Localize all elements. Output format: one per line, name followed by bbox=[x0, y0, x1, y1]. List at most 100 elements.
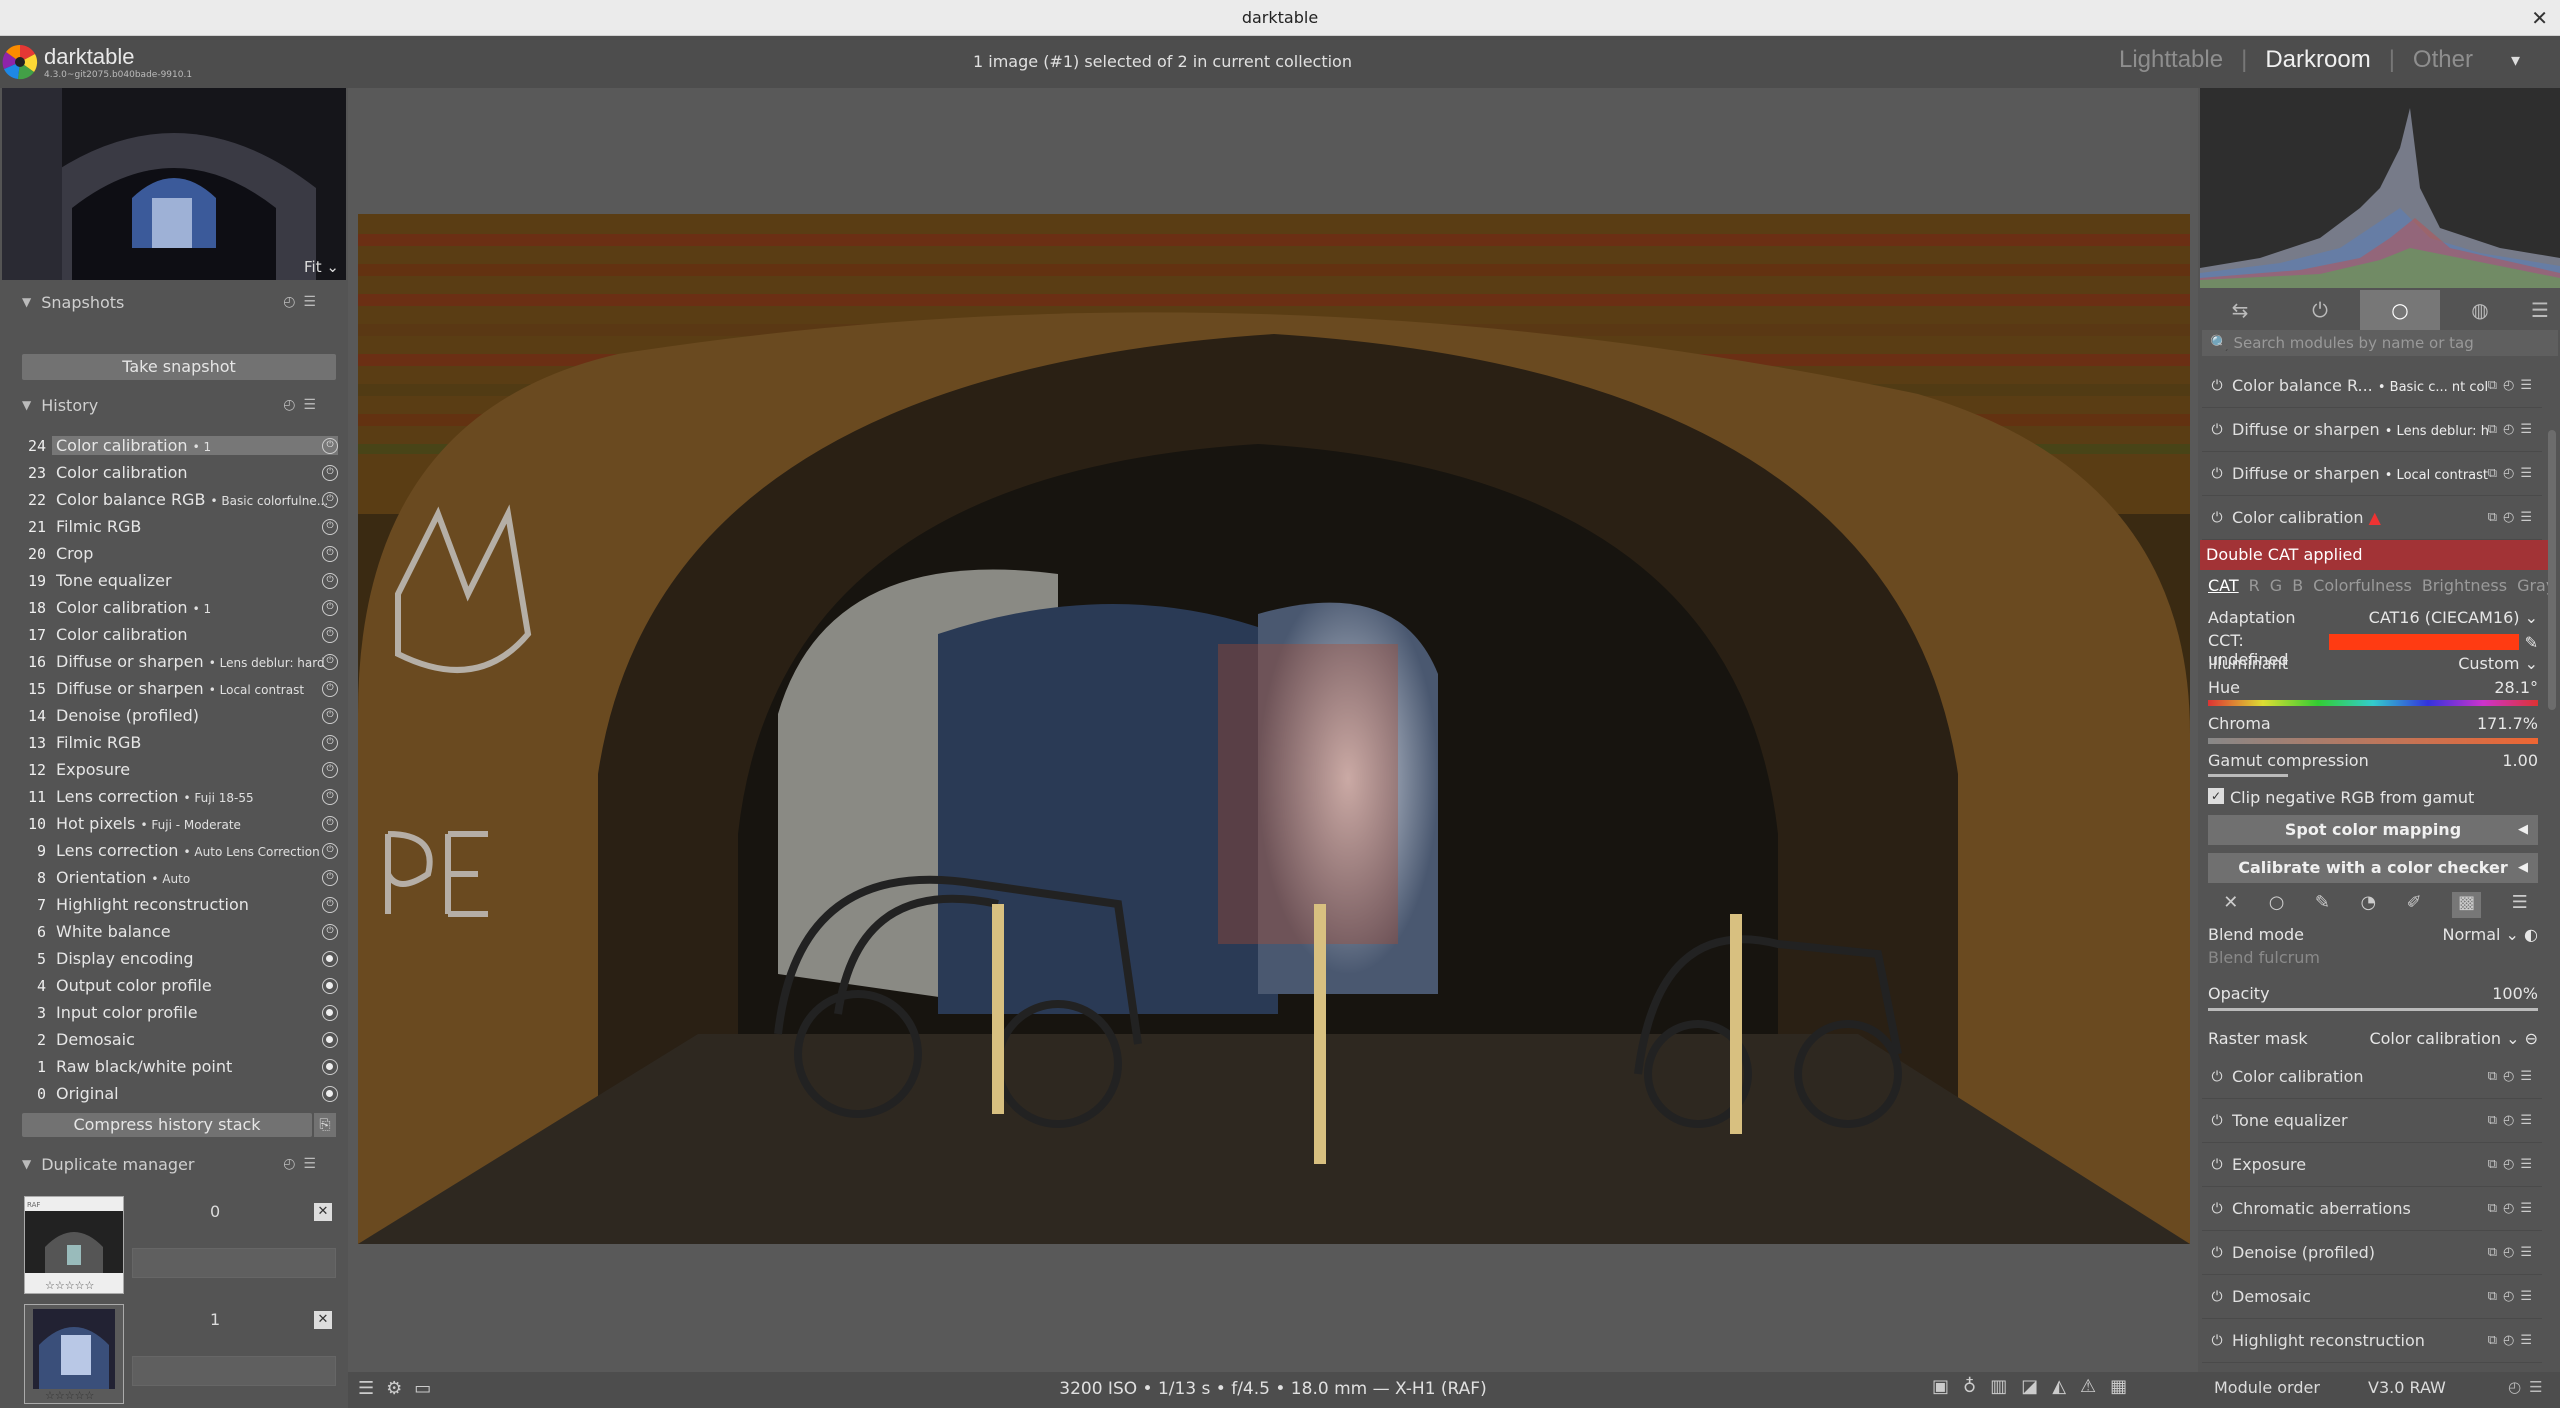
history-item[interactable]: 10 Hot pixels • Fuji - Moderate ⏻ bbox=[20, 810, 338, 837]
tab-quick-access-icon[interactable]: ⇆ bbox=[2200, 290, 2280, 330]
module-action-icons[interactable]: ⧉◴☰ bbox=[2488, 1113, 2538, 1128]
adaptation-value[interactable]: CAT16 (CIECAM16) ⌄ bbox=[2369, 608, 2538, 630]
history-item[interactable]: 19 Tone equalizer ⏻ bbox=[20, 567, 338, 594]
module-header[interactable]: ⏻ Demosaic ⧉◴☰ bbox=[2202, 1275, 2542, 1319]
module-power-icon[interactable]: ⏻ bbox=[2202, 1333, 2232, 1349]
main-image[interactable] bbox=[358, 214, 2190, 1244]
mask-drawn-parametric-icon[interactable]: ✐ bbox=[2407, 892, 2422, 918]
module-action-icons[interactable]: ⧉◴☰ bbox=[2488, 1069, 2538, 1084]
blend-polarity-icon[interactable]: ◐ bbox=[2524, 925, 2538, 944]
view-darkroom[interactable]: Darkroom bbox=[2265, 46, 2370, 74]
module-action-icons[interactable]: ⧉◴☰ bbox=[2488, 510, 2538, 525]
history-item[interactable]: 12 Exposure ⏻ bbox=[20, 756, 338, 783]
raster-mask-value[interactable]: Color calibration ⌄ bbox=[2369, 1029, 2519, 1048]
blend-mode-value[interactable]: Normal ⌄ bbox=[2443, 925, 2519, 944]
history-item[interactable]: 20 Crop ⏻ bbox=[20, 540, 338, 567]
bottom-right-tool-icons[interactable]: ▣♁▥◪◭⚠▦ bbox=[1932, 1376, 2141, 1397]
module-action-icons[interactable]: ⧉◴☰ bbox=[2488, 1333, 2538, 1348]
tab-base-modules-icon[interactable]: ○ bbox=[2360, 290, 2440, 330]
module-header[interactable]: ⏻ Color calibration ▲ ⧉◴☰ bbox=[2202, 496, 2542, 540]
module-header[interactable]: ⏻ Tone equalizer ⧉◴☰ bbox=[2202, 1099, 2542, 1143]
module-power-icon[interactable]: ⏻ bbox=[2202, 510, 2232, 526]
history-item[interactable]: 6 White balance ⏻ bbox=[20, 918, 338, 945]
opacity-row[interactable]: Opacity 100% bbox=[2208, 984, 2538, 1006]
duplicate-stars[interactable]: ☆☆☆☆☆ bbox=[45, 1279, 94, 1292]
module-action-icons[interactable]: ⧉◴☰ bbox=[2488, 1157, 2538, 1172]
mask-raster-icon[interactable]: ▩ bbox=[2452, 892, 2482, 918]
history-item[interactable]: 4 Output color profile bbox=[20, 972, 338, 999]
module-power-icon[interactable]: ⏻ bbox=[2202, 1245, 2232, 1261]
module-power-icon[interactable]: ⏻ bbox=[2202, 1157, 2232, 1173]
illuminant-value[interactable]: Custom ⌄ bbox=[2458, 654, 2538, 676]
duplicate-version-name[interactable] bbox=[132, 1356, 336, 1386]
view-lighttable[interactable]: Lighttable bbox=[2119, 46, 2223, 74]
history-item[interactable]: 7 Highlight reconstruction ⏻ bbox=[20, 891, 338, 918]
right-panel-scrollbar[interactable] bbox=[2548, 430, 2556, 710]
compress-history-button[interactable]: Compress history stack bbox=[22, 1113, 312, 1137]
blend-mode-row[interactable]: Blend mode Normal ⌄ ◐ bbox=[2208, 925, 2538, 947]
chroma-row[interactable]: Chroma 171.7% bbox=[2208, 714, 2538, 736]
module-header[interactable]: ⏻ Exposure ⧉◴☰ bbox=[2202, 1143, 2542, 1187]
history-item[interactable]: 23 Color calibration ⏻ bbox=[20, 459, 338, 486]
mask-off-icon[interactable]: ✕ bbox=[2223, 892, 2238, 918]
module-header[interactable]: ⏻ Highlight reconstruction ⧉◴☰ bbox=[2202, 1319, 2542, 1363]
module-power-icon[interactable]: ⏻ bbox=[2202, 422, 2232, 438]
module-power-icon[interactable]: ⏻ bbox=[2202, 1113, 2232, 1129]
tab-brightness[interactable]: Brightness bbox=[2422, 576, 2507, 595]
module-power-icon[interactable]: ⏻ bbox=[2202, 1289, 2232, 1305]
tab-g[interactable]: G bbox=[2270, 576, 2282, 595]
navigation-thumbnail[interactable] bbox=[2, 88, 346, 280]
history-item[interactable]: 1 Raw black/white point bbox=[20, 1053, 338, 1080]
tab-presets-icon[interactable]: ☰ bbox=[2520, 290, 2560, 330]
history-item[interactable]: 8 Orientation • Auto ⏻ bbox=[20, 864, 338, 891]
opacity-slider[interactable] bbox=[2208, 1008, 2538, 1011]
chroma-slider[interactable] bbox=[2208, 738, 2538, 744]
tab-cat[interactable]: CAT bbox=[2208, 576, 2239, 595]
history-item[interactable]: 14 Denoise (profiled) ⏻ bbox=[20, 702, 338, 729]
spot-color-mapping-button[interactable]: Spot color mapping ◀ bbox=[2208, 815, 2538, 845]
color-picker-icon[interactable]: ✎ bbox=[2525, 633, 2538, 652]
illuminant-row[interactable]: Illuminant Custom ⌄ bbox=[2208, 654, 2538, 676]
duplicate-thumbnail[interactable]: ☆☆☆☆☆ bbox=[24, 1304, 124, 1404]
tab-b[interactable]: B bbox=[2292, 576, 2303, 595]
zoom-selector[interactable]: Fit ⌄ bbox=[304, 258, 339, 276]
snapshots-header[interactable]: ▼ Snapshots ◴☰ bbox=[0, 285, 348, 319]
history-item[interactable]: 0 Original bbox=[20, 1080, 338, 1107]
history-item[interactable]: 21 Filmic RGB ⏻ bbox=[20, 513, 338, 540]
module-power-icon[interactable]: ⏻ bbox=[2202, 378, 2232, 394]
adaptation-row[interactable]: Adaptation CAT16 (CIECAM16) ⌄ bbox=[2208, 608, 2538, 630]
delete-duplicate-icon[interactable]: ✕ bbox=[314, 1311, 332, 1329]
close-icon[interactable]: ✕ bbox=[2531, 0, 2548, 36]
histogram[interactable] bbox=[2200, 88, 2560, 288]
history-item[interactable]: 15 Diffuse or sharpen • Local contrast ⏻ bbox=[20, 675, 338, 702]
delete-duplicate-icon[interactable]: ✕ bbox=[314, 1203, 332, 1221]
module-power-icon[interactable]: ⏻ bbox=[2202, 1201, 2232, 1217]
tab-color-modules-icon[interactable]: ◍ bbox=[2440, 290, 2520, 330]
raster-invert-icon[interactable]: ⊖ bbox=[2525, 1029, 2538, 1048]
tab-r[interactable]: R bbox=[2249, 576, 2260, 595]
checkbox-checked-icon[interactable]: ✓ bbox=[2208, 788, 2224, 804]
module-power-icon[interactable]: ⏻ bbox=[2202, 1069, 2232, 1085]
reset-presets-icons[interactable]: ◴☰ bbox=[283, 294, 324, 310]
module-header[interactable]: ⏻ Color calibration ⧉◴☰ bbox=[2202, 1055, 2542, 1099]
views-dropdown-icon[interactable]: ▾ bbox=[2511, 50, 2520, 71]
hue-row[interactable]: Hue 28.1° bbox=[2208, 678, 2538, 700]
history-item[interactable]: 9 Lens correction • Auto Lens Correction ⏻ bbox=[20, 837, 338, 864]
duplicate-version-name[interactable] bbox=[132, 1248, 336, 1278]
duplicate-stars[interactable]: ☆☆☆☆☆ bbox=[45, 1389, 94, 1402]
module-order-icons[interactable]: ◴☰ bbox=[2508, 1378, 2551, 1396]
reset-presets-icons[interactable]: ◴☰ bbox=[283, 397, 324, 413]
history-item[interactable]: 3 Input color profile bbox=[20, 999, 338, 1026]
color-checker-button[interactable]: Calibrate with a color checker ◀ bbox=[2208, 853, 2538, 883]
view-other[interactable]: Other bbox=[2413, 46, 2473, 74]
module-action-icons[interactable]: ⧉◴☰ bbox=[2488, 1289, 2538, 1304]
module-header[interactable]: ⏻Diffuse or sharpen • Lens deblur: hard⧉… bbox=[2202, 408, 2542, 452]
history-item[interactable]: 13 Filmic RGB ⏻ bbox=[20, 729, 338, 756]
tab-active-modules-icon[interactable]: ⏻ bbox=[2280, 290, 2360, 330]
history-header[interactable]: ▼ History ◴☰ bbox=[0, 388, 348, 422]
history-truncate-icon[interactable]: ⎘ bbox=[314, 1113, 336, 1137]
module-header[interactable]: ⏻ Chromatic aberrations ⧉◴☰ bbox=[2202, 1187, 2542, 1231]
mask-drawn-icon[interactable]: ✎ bbox=[2315, 892, 2330, 918]
module-header[interactable]: ⏻ Diffuse or sharpen • Local contrast ⧉◴☰ bbox=[2202, 452, 2542, 496]
clip-negative-row[interactable]: ✓ Clip negative RGB from gamut bbox=[2208, 788, 2538, 810]
